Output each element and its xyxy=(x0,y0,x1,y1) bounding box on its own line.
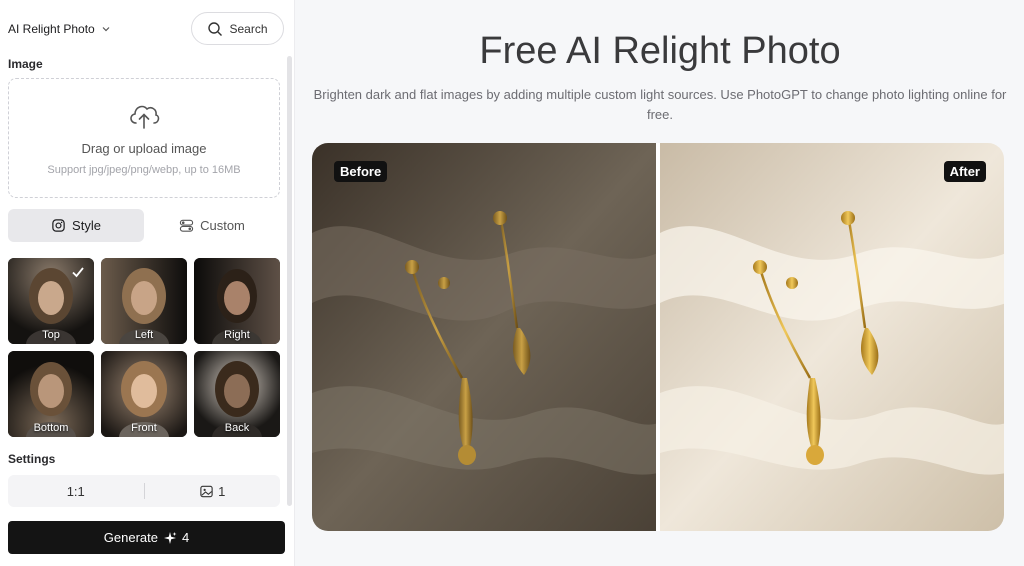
style-label-left: Left xyxy=(134,329,154,341)
style-label-top: Top xyxy=(42,329,60,341)
generate-label: Generate xyxy=(103,530,158,545)
page-title: Free AI Relight Photo xyxy=(479,30,841,72)
tab-style[interactable]: Style xyxy=(8,209,144,242)
style-option-front[interactable]: Front xyxy=(101,351,187,437)
tab-custom-label: Custom xyxy=(200,218,245,233)
search-label: Search xyxy=(229,21,268,36)
lighting-styles-grid: Top Left Right Bottom Front Back xyxy=(8,258,280,437)
after-photo xyxy=(660,143,1004,531)
style-label-right: Right xyxy=(224,329,250,341)
upload-title: Drag or upload image xyxy=(81,141,207,156)
style-label-bottom: Bottom xyxy=(33,422,69,434)
aspect-ratio-value: 1:1 xyxy=(66,483,85,499)
page-subtitle: Brighten dark and flat images by adding … xyxy=(313,87,1007,122)
style-option-right[interactable]: Right xyxy=(194,258,280,344)
search-button[interactable]: Search xyxy=(191,12,284,45)
sidebar: AI Relight Photo Search Image Drag or up… xyxy=(0,0,295,566)
upload-subtitle: Support jpg/jpeg/png/webp, up to 16MB xyxy=(47,164,241,176)
image-icon xyxy=(200,485,213,497)
search-icon xyxy=(208,21,223,36)
image-upload-dropzone[interactable]: Drag or upload image Support jpg/jpeg/pn… xyxy=(8,78,280,198)
tab-style-label: Style xyxy=(72,218,101,233)
style-label-back: Back xyxy=(224,422,250,434)
generate-credits: 4 xyxy=(181,530,190,545)
aspect-ratio-select[interactable]: 1:1 xyxy=(8,484,144,499)
cloud-upload-icon xyxy=(130,105,160,129)
tool-name: AI Relight Photo xyxy=(8,22,95,36)
sidebar-scrollbar[interactable] xyxy=(287,56,292,506)
style-option-back[interactable]: Back xyxy=(194,351,280,437)
instagram-icon xyxy=(52,219,65,232)
mode-tabs: Style Custom xyxy=(8,209,280,242)
settings-bar: 1:1 1 xyxy=(8,475,280,507)
image-count-select[interactable]: 1 xyxy=(145,484,281,499)
image-count-value: 1 xyxy=(218,483,226,499)
before-photo xyxy=(312,143,658,531)
image-section-label: Image xyxy=(8,57,43,71)
chevron-down-icon xyxy=(102,27,110,32)
after-badge: After xyxy=(943,161,986,182)
checkmark-icon xyxy=(72,267,84,278)
tab-custom[interactable]: Custom xyxy=(144,209,280,242)
sparkle-icon xyxy=(163,531,177,544)
generate-button[interactable]: Generate 4 xyxy=(8,521,285,554)
style-option-bottom[interactable]: Bottom xyxy=(8,351,94,437)
style-label-front: Front xyxy=(131,422,157,434)
tool-selector[interactable]: AI Relight Photo xyxy=(8,14,111,44)
style-option-top[interactable]: Top xyxy=(8,258,94,344)
settings-section-label: Settings xyxy=(8,452,56,466)
toggle-icon xyxy=(179,219,194,232)
before-badge: Before xyxy=(334,161,388,182)
before-after-comparison[interactable]: Before After xyxy=(312,143,1004,531)
style-option-left[interactable]: Left xyxy=(101,258,187,344)
